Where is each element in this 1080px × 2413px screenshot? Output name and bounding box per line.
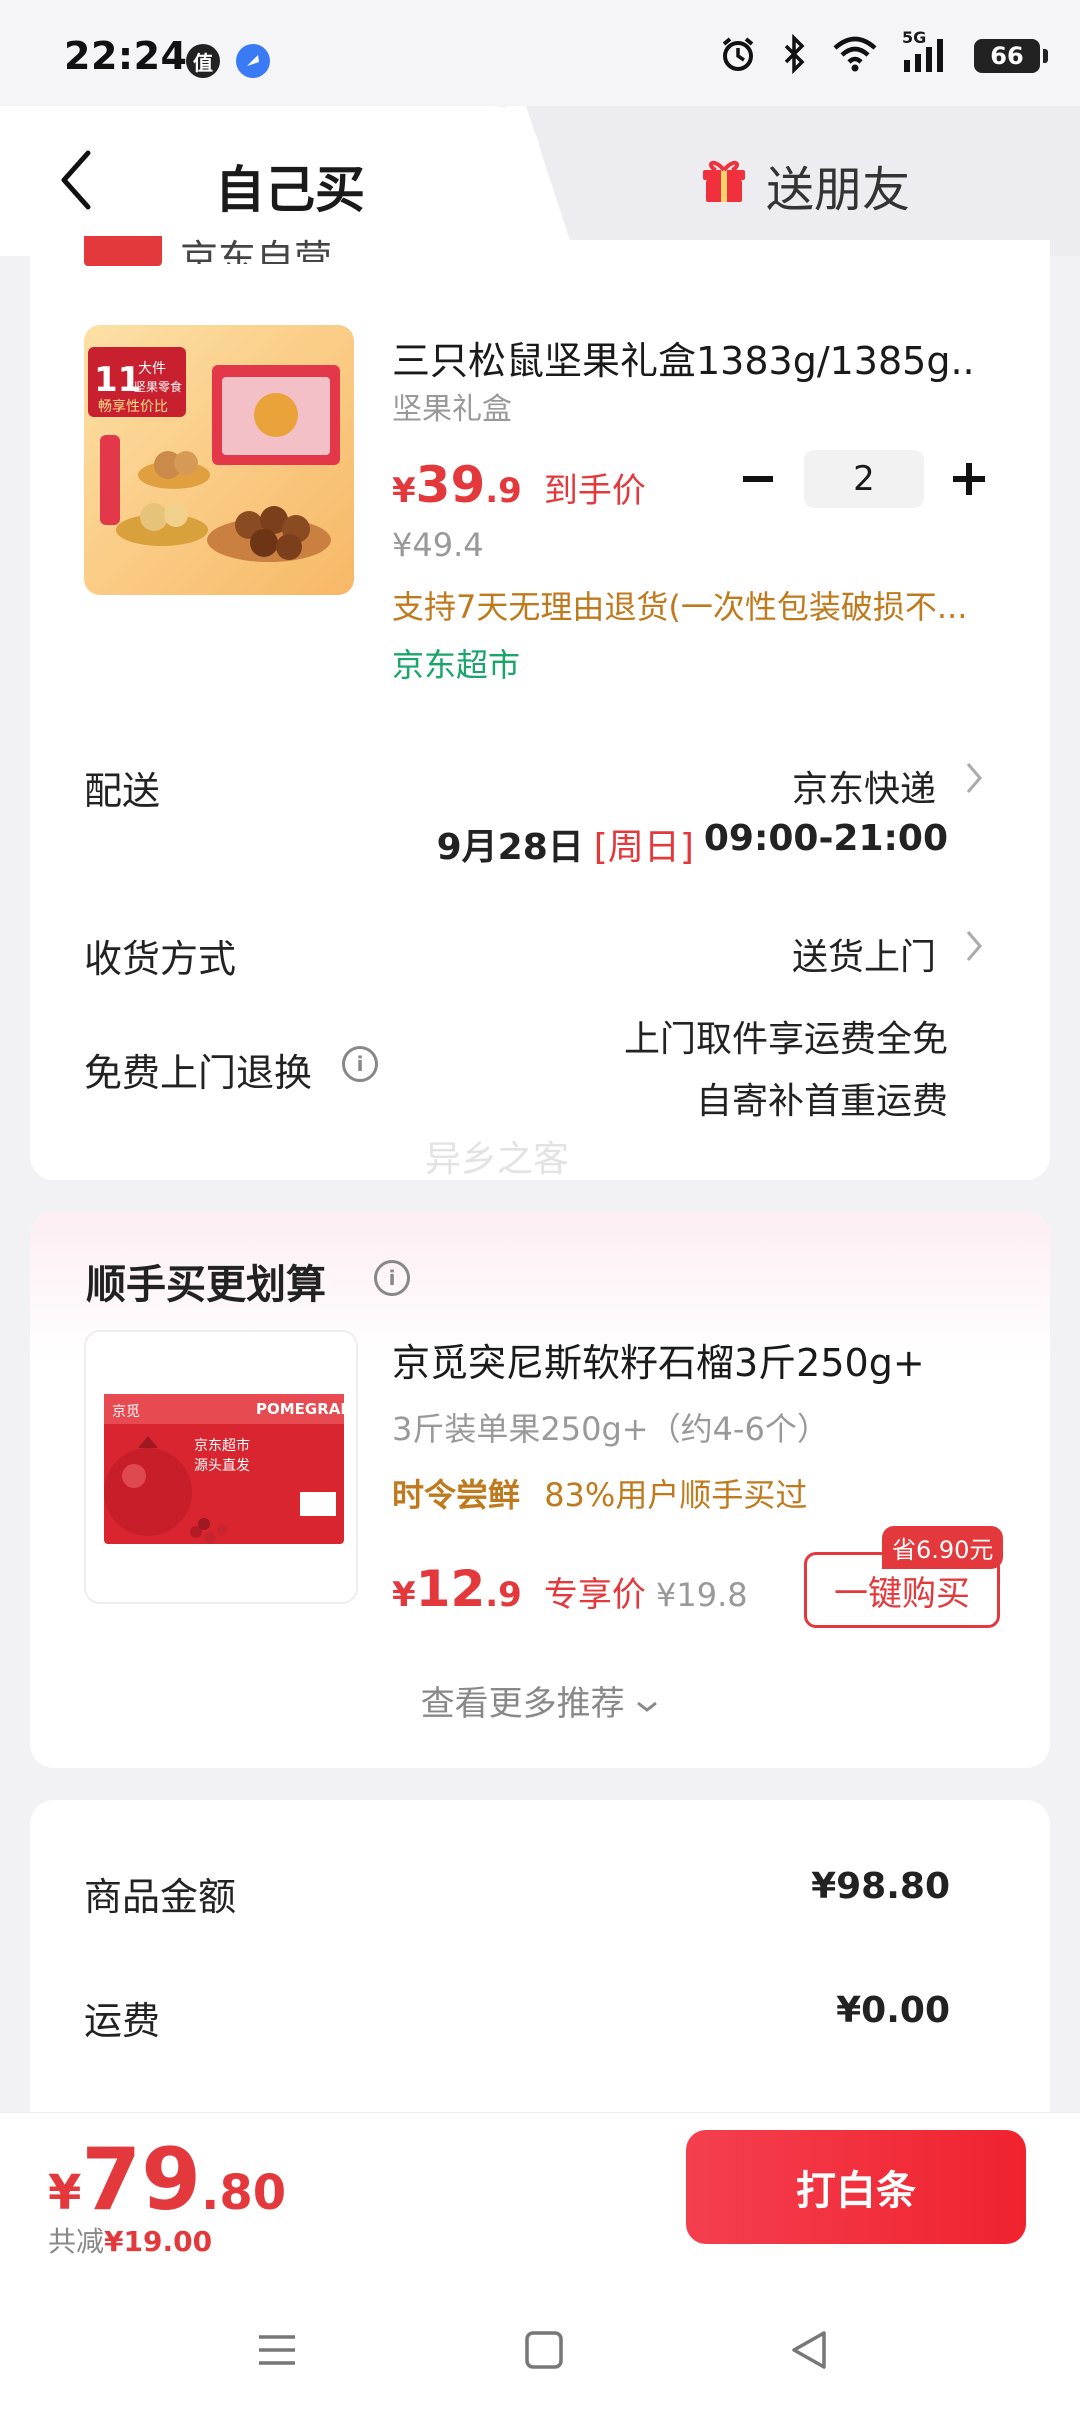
delivery-label: 配送 bbox=[84, 769, 161, 813]
plus-icon bbox=[953, 463, 985, 495]
menu-icon[interactable] bbox=[247, 2325, 307, 2375]
price-decimal: .9 bbox=[485, 471, 522, 511]
recommend-product-image[interactable]: POMEGRANATE 京东超市 源头直发 京觅 bbox=[84, 1330, 358, 1604]
price-decimal: .9 bbox=[485, 1575, 522, 1615]
recommend-title: 顺手买更划算 bbox=[86, 1262, 326, 1308]
original-price: ¥49.4 bbox=[392, 526, 484, 564]
product-spec[interactable]: 坚果礼盒 bbox=[392, 384, 512, 428]
free-return-label: 免费上门退换 bbox=[84, 1051, 313, 1095]
price-label: 到手价 bbox=[543, 471, 646, 511]
tab-gift-label: 送朋友 bbox=[766, 162, 911, 218]
quantity-input[interactable]: 2 bbox=[804, 450, 924, 508]
price-currency: ¥ bbox=[392, 471, 416, 511]
total-currency: ¥ bbox=[48, 2165, 82, 2221]
delivery-time[interactable]: 9月28日 [周日] 09:00-21:00 bbox=[437, 818, 948, 870]
info-icon[interactable]: i bbox=[374, 1260, 410, 1296]
svg-text:畅享性价比: 畅享性价比 bbox=[98, 398, 168, 415]
back-button[interactable] bbox=[50, 145, 110, 215]
status-time: 22:24 bbox=[64, 34, 188, 78]
more-recommend-link[interactable]: 查看更多推荐 bbox=[0, 1676, 1080, 1725]
discount-info[interactable]: 共减¥19.00 bbox=[48, 2220, 212, 2260]
price-integer: 39 bbox=[415, 456, 486, 514]
alarm-icon bbox=[718, 34, 758, 78]
receive-method-value[interactable]: 送货上门 bbox=[792, 928, 936, 980]
discount-label: 共减 bbox=[48, 2225, 105, 2258]
price-label: 专享价 bbox=[543, 1575, 646, 1615]
battery-icon: 66 bbox=[974, 39, 1048, 73]
total-integer: 79 bbox=[81, 2130, 202, 2230]
chevron-down-icon bbox=[635, 1684, 659, 1724]
chevron-right-icon[interactable] bbox=[964, 760, 984, 805]
svg-text:坚果零食: 坚果零食 bbox=[134, 379, 182, 394]
delivery-timeslot: 09:00-21:00 bbox=[703, 818, 948, 859]
tab-send-friend[interactable]: 送朋友 bbox=[700, 150, 910, 220]
watermark: 异乡之客 bbox=[425, 1139, 570, 1180]
receive-method-label: 收货方式 bbox=[84, 937, 237, 981]
price-integer: 12 bbox=[415, 1560, 486, 1618]
recommend-product-name[interactable]: 京觅突尼斯软籽石榴3斤250g+ bbox=[392, 1332, 925, 1387]
quantity-decrease-button[interactable] bbox=[736, 450, 780, 508]
store-label: 京东超市 bbox=[392, 646, 521, 684]
svg-text:大件: 大件 bbox=[138, 361, 166, 377]
minus-icon bbox=[743, 476, 773, 482]
bluetooth-icon bbox=[782, 33, 808, 78]
product-title[interactable]: 三只松鼠坚果礼盒1383g/1385g... bbox=[392, 330, 972, 385]
more-recommend-label: 查看更多推荐 bbox=[420, 1684, 625, 1724]
recommend-product-spec: 3斤装单果250g+（约4-6个） bbox=[392, 1410, 829, 1448]
wifi-icon bbox=[832, 34, 878, 78]
signal-icon: 5G bbox=[902, 28, 950, 78]
product-price: ¥ 39 .9 到手价 bbox=[392, 456, 646, 514]
discount-value: ¥19.00 bbox=[104, 2225, 213, 2258]
goods-amount-value: ¥98.80 bbox=[811, 1866, 950, 1907]
recommend-original-price: ¥19.8 bbox=[656, 1576, 748, 1614]
back-triangle-icon[interactable] bbox=[780, 2325, 840, 2375]
goods-amount-label: 商品金额 bbox=[84, 1875, 237, 1919]
quantity-increase-button[interactable] bbox=[944, 450, 994, 508]
save-badge: 省6.90元 bbox=[882, 1526, 1004, 1569]
delivery-carrier[interactable]: 京东快递 bbox=[792, 760, 936, 812]
price-currency: ¥ bbox=[392, 1575, 416, 1615]
svg-text:源头直发: 源头直发 bbox=[194, 1457, 250, 1474]
freight-value: ¥0.00 bbox=[836, 1990, 950, 2031]
total-decimal: .80 bbox=[201, 2165, 287, 2221]
status-app-icon bbox=[236, 44, 270, 78]
free-return-line1: 上门取件享运费全免 bbox=[623, 1019, 948, 1060]
freight-label: 运费 bbox=[84, 1999, 161, 2043]
season-tag: 时令尝鲜 bbox=[392, 1476, 521, 1514]
delivery-weekday: [周日] bbox=[593, 827, 694, 868]
info-icon[interactable]: i bbox=[342, 1046, 378, 1082]
gift-icon bbox=[700, 154, 748, 216]
pay-baitiao-button[interactable]: 打白条 bbox=[686, 2130, 1026, 2244]
shop-name[interactable]: 京东自营 bbox=[180, 228, 332, 264]
svg-text:POMEGRANATE: POMEGRANATE bbox=[256, 1400, 356, 1418]
svg-text:京觅: 京觅 bbox=[112, 1404, 140, 1420]
buyers-tag: 83%用户顺手买过 bbox=[544, 1476, 808, 1514]
return-policy[interactable]: 支持7天无理由退货(一次性包装破损不... bbox=[392, 582, 972, 628]
svg-text:京东超市: 京东超市 bbox=[194, 1437, 250, 1454]
tab-buy-for-self[interactable]: 自己买 bbox=[215, 150, 365, 222]
back-arrow-icon bbox=[61, 150, 91, 210]
home-icon[interactable] bbox=[514, 2325, 574, 2375]
product-image[interactable]: 11 大件 坚果零食 畅享性价比 bbox=[84, 325, 354, 595]
recommend-price: ¥ 12 .9 专享价 bbox=[392, 1560, 646, 1618]
status-app-badge: 值 bbox=[186, 44, 220, 78]
free-return-line2: 自寄补首重运费 bbox=[695, 1081, 948, 1122]
status-icons: 5G 66 bbox=[718, 28, 1048, 78]
total-price: ¥ 79 .80 bbox=[48, 2130, 286, 2230]
recommend-tags: 时令尝鲜 83%用户顺手买过 bbox=[392, 1470, 807, 1516]
delivery-date: 9月28日 bbox=[436, 827, 584, 868]
shop-tag bbox=[84, 236, 162, 266]
chevron-right-icon[interactable] bbox=[964, 928, 984, 973]
